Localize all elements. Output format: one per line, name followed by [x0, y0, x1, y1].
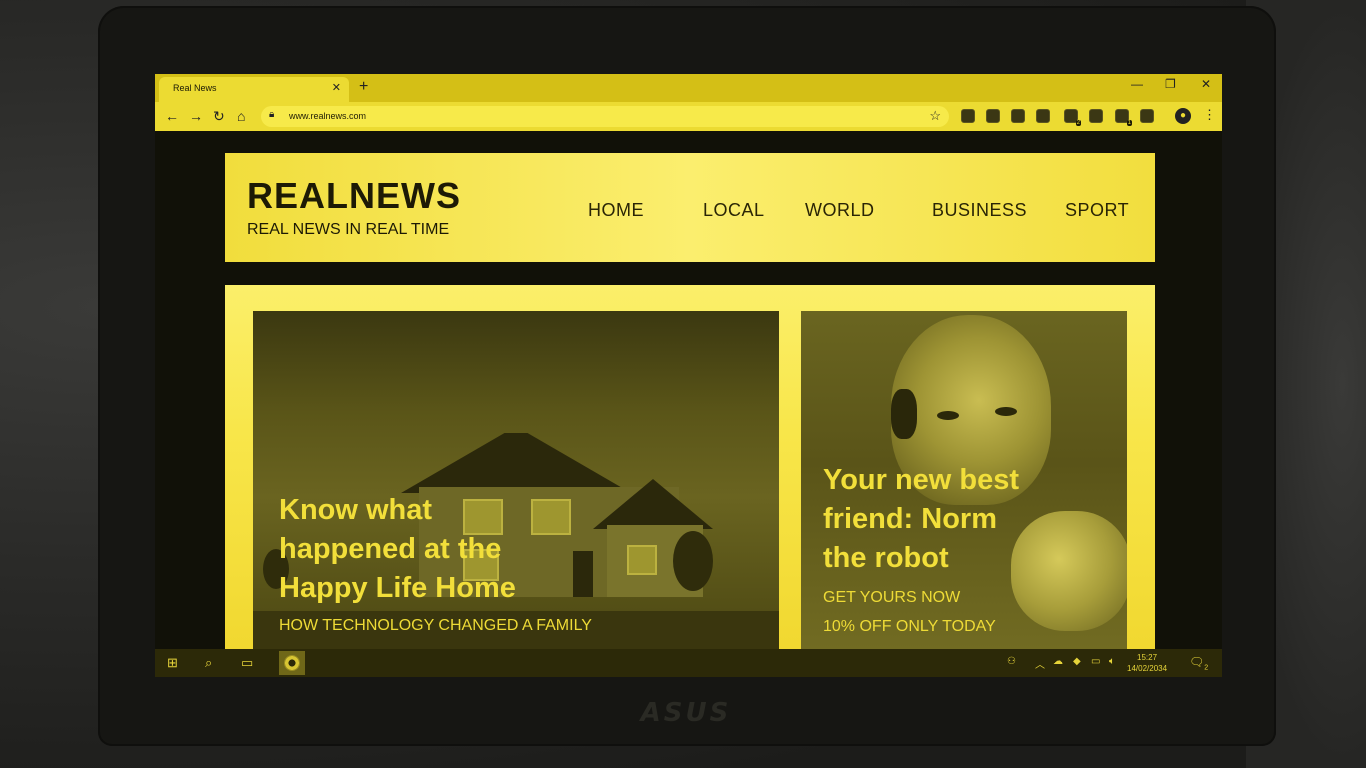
story-offer: 10% OFF ONLY TODAY — [823, 618, 996, 635]
headline-line: Know what — [279, 494, 433, 526]
new-tab-button[interactable]: + — [359, 78, 368, 96]
headline-line: happened at the — [279, 533, 502, 565]
extension-icon[interactable] — [961, 109, 975, 123]
story-card-house[interactable]: Know what happened at the Happy Life Hom… — [253, 311, 779, 649]
notification-center-icon[interactable]: 🗨︎2 — [1189, 655, 1208, 671]
task-view-icon[interactable]: ▭ — [241, 655, 253, 671]
nav-home[interactable]: HOME — [588, 200, 644, 221]
browser-tab[interactable]: Real News ✕ — [159, 77, 349, 102]
minimize-button[interactable]: — — [1131, 77, 1143, 91]
people-icon[interactable]: ⚇ — [1007, 656, 1016, 667]
extension-icon[interactable]: 2 — [1064, 109, 1081, 126]
story-headline[interactable]: Know what happened at the Happy Life Hom… — [279, 491, 516, 608]
extension-icon[interactable] — [986, 109, 1000, 123]
windows-start-icon[interactable]: ⊞ — [167, 655, 178, 671]
story-cta[interactable]: GET YOURS NOW — [823, 589, 960, 607]
extension-icon[interactable] — [1011, 109, 1025, 123]
chrome-taskbar-icon[interactable] — [279, 651, 305, 675]
story-headline[interactable]: Your new best friend: Norm the robot — [823, 461, 1019, 578]
taskbar: ⊞ ⌕ ▭ ⚇ ︿ ☁ ◆ ▭ 🔈︎ 15:27 14/02/2034 🗨︎2 — [155, 649, 1222, 677]
tab-title: Real News — [173, 83, 217, 93]
forward-icon[interactable]: → — [189, 108, 203, 124]
laptop-logo: ASUS — [640, 698, 732, 728]
extension-badge: 1 — [1126, 120, 1132, 126]
search-icon[interactable]: ⌕ — [205, 655, 212, 671]
lock-icon: 🔒︎ — [269, 109, 275, 120]
taskbar-clock[interactable]: 15:27 14/02/2034 — [1127, 652, 1167, 674]
headline-line: Your new best — [823, 464, 1020, 496]
headline-line: Happy Life Home — [279, 572, 516, 604]
address-bar[interactable]: 🔒︎ www.realnews.com ☆ — [261, 106, 949, 127]
headline-line: the robot — [823, 542, 949, 574]
nav-business[interactable]: BUSINESS — [932, 200, 1027, 221]
browser-toolbar: ← → ↻ ⌂ 🔒︎ www.realnews.com ☆ 2 1 ● ⋮ — [155, 102, 1222, 131]
dropbox-icon[interactable]: ◆ — [1073, 656, 1081, 667]
story-card-robot[interactable]: Your new best friend: Norm the robot GET… — [801, 311, 1127, 649]
clock-date: 14/02/2034 — [1127, 664, 1168, 673]
robot-hand — [1011, 511, 1127, 631]
close-window-button[interactable]: ✕ — [1201, 77, 1211, 91]
show-hidden-icons-icon[interactable]: ︿ — [1035, 656, 1045, 671]
site-logo[interactable]: REALNEWS — [247, 175, 461, 217]
laptop-screen: Real News ✕ + — ❐ ✕ ← → ↻ ⌂ 🔒︎ www.realn… — [155, 74, 1222, 677]
featured-stories: Know what happened at the Happy Life Hom… — [225, 285, 1155, 649]
url-text: www.realnews.com — [289, 111, 367, 121]
extension-icon[interactable] — [1089, 109, 1103, 123]
extension-icon[interactable] — [1140, 109, 1154, 123]
story-subtitle: HOW TECHNOLOGY CHANGED A FAMILY — [279, 617, 592, 634]
bookmark-star-icon[interactable]: ☆ — [929, 108, 941, 124]
back-icon[interactable]: ← — [165, 108, 179, 124]
robot-ear — [891, 389, 917, 439]
extension-icon[interactable]: 1 — [1115, 109, 1132, 126]
extension-badge: 2 — [1075, 120, 1081, 126]
nav-sport[interactable]: SPORT — [1065, 200, 1129, 221]
reload-icon[interactable]: ↻ — [213, 108, 225, 125]
tab-close-icon[interactable]: ✕ — [332, 81, 341, 94]
menu-kebab-icon[interactable]: ⋮ — [1203, 107, 1216, 123]
battery-icon[interactable]: ▭ — [1091, 656, 1100, 667]
site-header: REALNEWS REAL NEWS IN REAL TIME HOME LOC… — [225, 153, 1155, 262]
site-tagline: REAL NEWS IN REAL TIME — [247, 221, 450, 238]
headline-line: friend: Norm — [823, 503, 997, 535]
extension-icon[interactable] — [1036, 109, 1050, 123]
cloud-icon[interactable]: ☁ — [1053, 656, 1063, 667]
web-page: REALNEWS REAL NEWS IN REAL TIME HOME LOC… — [155, 131, 1222, 649]
maximize-button[interactable]: ❐ — [1165, 77, 1176, 91]
browser-tab-bar: Real News ✕ + — ❐ ✕ — [155, 74, 1222, 102]
nav-local[interactable]: LOCAL — [703, 200, 765, 221]
volume-icon[interactable]: 🔈︎ — [1109, 656, 1115, 667]
nav-world[interactable]: WORLD — [805, 200, 875, 221]
clock-time: 15:27 — [1137, 653, 1158, 662]
home-icon[interactable]: ⌂ — [237, 108, 245, 124]
profile-avatar-icon[interactable]: ● — [1175, 108, 1191, 124]
notification-count: 2 — [1204, 664, 1209, 672]
